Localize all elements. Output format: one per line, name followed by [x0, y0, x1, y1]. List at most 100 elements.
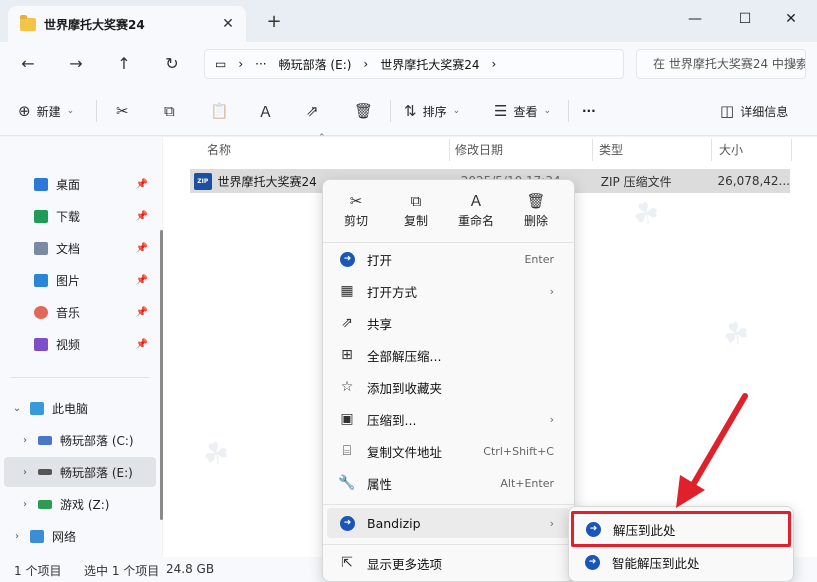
sidebar-item-videos[interactable]: 视频 📌 — [0, 329, 156, 359]
sort-ascending-icon: ⌃ — [318, 133, 326, 143]
zip-file-icon: ZIP — [194, 172, 212, 190]
menu-item-show-more[interactable]: ⇱ 显示更多选项 — [327, 548, 570, 578]
sort-label: 排序 — [422, 104, 447, 119]
menu-item-bandizip[interactable]: ➜ Bandizip › — [327, 508, 570, 538]
pin-icon: 📌 — [135, 274, 148, 286]
drive-icon — [38, 469, 52, 475]
sidebar-item-pictures[interactable]: 图片 📌 — [0, 265, 156, 295]
refresh-button[interactable]: ↻ — [158, 50, 186, 78]
chevron-right-icon: › — [23, 498, 27, 510]
file-size: 26,078,42... — [717, 174, 790, 188]
navigation-pane: 桌面 📌 下载 📌 文档 📌 图片 📌 音乐 📌 视频 📌 ⌄ 此电脑 › 畅玩… — [0, 137, 163, 557]
breadcrumb-ellipsis[interactable]: ··· — [255, 57, 266, 71]
menu-item-compress-to[interactable]: ▣ 压缩到... › — [327, 404, 570, 434]
tab-close-button[interactable]: ✕ — [218, 14, 238, 34]
column-divider[interactable] — [791, 139, 792, 161]
copy-button[interactable]: ⧉ 复制 — [389, 190, 443, 238]
toolbar-divider — [568, 100, 569, 122]
back-button[interactable]: ← — [14, 50, 42, 78]
menu-divider — [323, 544, 576, 545]
toolbar-divider — [96, 100, 97, 122]
menu-item-label: 添加到收藏夹 — [367, 380, 443, 396]
breadcrumb-folder[interactable]: 世界摩托大奖赛24 — [380, 56, 479, 73]
sidebar-item-this-pc[interactable]: ⌄ 此电脑 — [0, 393, 156, 423]
menu-item-extract-here[interactable]: ➜ 解压到此处 — [571, 511, 791, 547]
tab-current[interactable]: 世界摩托大奖赛24 ✕ — [8, 6, 246, 42]
chevron-down-icon: ⌄ — [452, 106, 461, 116]
delete-button[interactable]: 🗑 删除 — [509, 190, 563, 238]
new-label: 新建 — [36, 104, 61, 119]
copy-button[interactable]: ⧉ — [164, 98, 181, 124]
more-button[interactable]: ··· — [582, 98, 596, 124]
minimize-button[interactable]: — — [672, 4, 718, 34]
selection-size: 24.8 GB — [166, 562, 215, 576]
column-header-size[interactable]: 大小 — [719, 137, 743, 163]
menu-item-label: 显示更多选项 — [367, 556, 443, 572]
selection-count: 选中 1 个项目 — [84, 564, 160, 578]
breadcrumb-drive[interactable]: 畅玩部落 (E:) — [279, 56, 352, 73]
sidebar-item-desktop[interactable]: 桌面 📌 — [0, 169, 156, 199]
download-icon — [34, 209, 48, 223]
title-bar: 世界摩托大奖赛24 ✕ + — ☐ ✕ — [0, 0, 817, 42]
share-button[interactable]: ⇗ — [306, 98, 325, 124]
paste-button[interactable]: 📋 — [210, 98, 235, 124]
chevron-right-icon: › — [23, 434, 27, 446]
details-button[interactable]: ◫ 详细信息 — [720, 98, 788, 124]
menu-item-label: 解压到此处 — [613, 522, 676, 538]
menu-shortcut: Alt+Enter — [500, 476, 554, 490]
menu-item-share[interactable]: ⇗ 共享 — [327, 308, 570, 338]
view-label: 查看 — [513, 104, 538, 119]
chevron-right-icon: › — [549, 516, 554, 530]
chevron-right-icon: › — [549, 284, 554, 298]
sidebar-item-downloads[interactable]: 下载 📌 — [0, 201, 156, 231]
menu-item-add-favorites[interactable]: ☆ 添加到收藏夹 — [327, 372, 570, 402]
menu-item-properties[interactable]: 🔧 属性 Alt+Enter — [327, 468, 570, 498]
menu-item-extract-all[interactable]: ⊞ 全部解压缩... — [327, 340, 570, 370]
close-window-button[interactable]: ✕ — [768, 4, 814, 34]
view-button[interactable]: ☰ 查看 ⌄ — [494, 98, 551, 124]
column-header-date[interactable]: 修改日期 — [455, 137, 503, 163]
search-icon: ⌕ — [790, 57, 797, 71]
search-placeholder: 在 世界摩托大奖赛24 中搜索 — [653, 57, 806, 71]
up-button[interactable]: ↑ — [110, 50, 138, 78]
sort-button[interactable]: ⇅ 排序 ⌄ — [404, 98, 460, 124]
sidebar-item-documents[interactable]: 文档 📌 — [0, 233, 156, 263]
details-pane-icon: ◫ — [720, 102, 735, 120]
column-divider[interactable] — [592, 139, 593, 161]
cut-label: 剪切 — [343, 214, 368, 228]
new-tab-button[interactable]: + — [262, 10, 286, 34]
view-icon: ☰ — [494, 102, 508, 120]
sidebar-item-label: 图片 — [56, 273, 81, 288]
menu-item-label: 全部解压缩... — [367, 348, 442, 364]
menu-item-open-with[interactable]: ▦ 打开方式 › — [327, 276, 570, 306]
menu-shortcut: Ctrl+Shift+C — [483, 444, 554, 458]
column-header-name[interactable]: 名称 — [207, 137, 231, 163]
delete-button[interactable]: 🗑 — [354, 98, 379, 124]
sidebar-item-drive-c[interactable]: › 畅玩部落 (C:) — [0, 425, 156, 455]
sidebar-item-label: 视频 — [56, 337, 81, 352]
pin-icon: 📌 — [135, 210, 148, 222]
search-input[interactable]: 在 世界摩托大奖赛24 中搜索 ⌕ — [636, 49, 806, 79]
maximize-button[interactable]: ☐ — [722, 4, 768, 34]
forward-button[interactable]: → — [62, 50, 90, 78]
column-divider[interactable] — [449, 139, 450, 161]
command-bar: ⊕ 新建 ⌄ ✂ ⧉ 📋 Ａ ⇗ 🗑 ⇅ 排序 ⌄ ☰ 查看 ⌄ ··· ◫ 详… — [0, 86, 817, 136]
cut-button[interactable]: ✂ — [116, 98, 135, 124]
rename-button[interactable]: Ａ — [258, 98, 279, 124]
file-type: ZIP 压缩文件 — [600, 174, 672, 189]
column-divider[interactable] — [711, 139, 712, 161]
menu-item-copy-path[interactable]: ⌸ 复制文件地址 Ctrl+Shift+C — [327, 436, 570, 466]
chevron-right-icon: › — [549, 412, 554, 426]
column-header-type[interactable]: 类型 — [599, 137, 623, 163]
new-button[interactable]: ⊕ 新建 ⌄ — [18, 98, 74, 124]
menu-item-open[interactable]: ➜ 打开 Enter — [327, 244, 570, 274]
sidebar-item-network[interactable]: › 网络 — [0, 521, 156, 551]
menu-item-smart-extract-here[interactable]: ➜ 智能解压到此处 — [573, 547, 789, 577]
menu-shortcut: Enter — [524, 252, 554, 266]
sidebar-item-drive-z[interactable]: › 游戏 (Z:) — [0, 489, 156, 519]
rename-button[interactable]: Ａ 重命名 — [449, 190, 503, 238]
address-bar[interactable]: ▭ › ··· 畅玩部落 (E:) › 世界摩托大奖赛24 › — [204, 49, 624, 79]
cut-button[interactable]: ✂ 剪切 — [329, 190, 383, 238]
sidebar-item-drive-e[interactable]: › 畅玩部落 (E:) — [4, 457, 156, 487]
sidebar-item-music[interactable]: 音乐 📌 — [0, 297, 156, 327]
